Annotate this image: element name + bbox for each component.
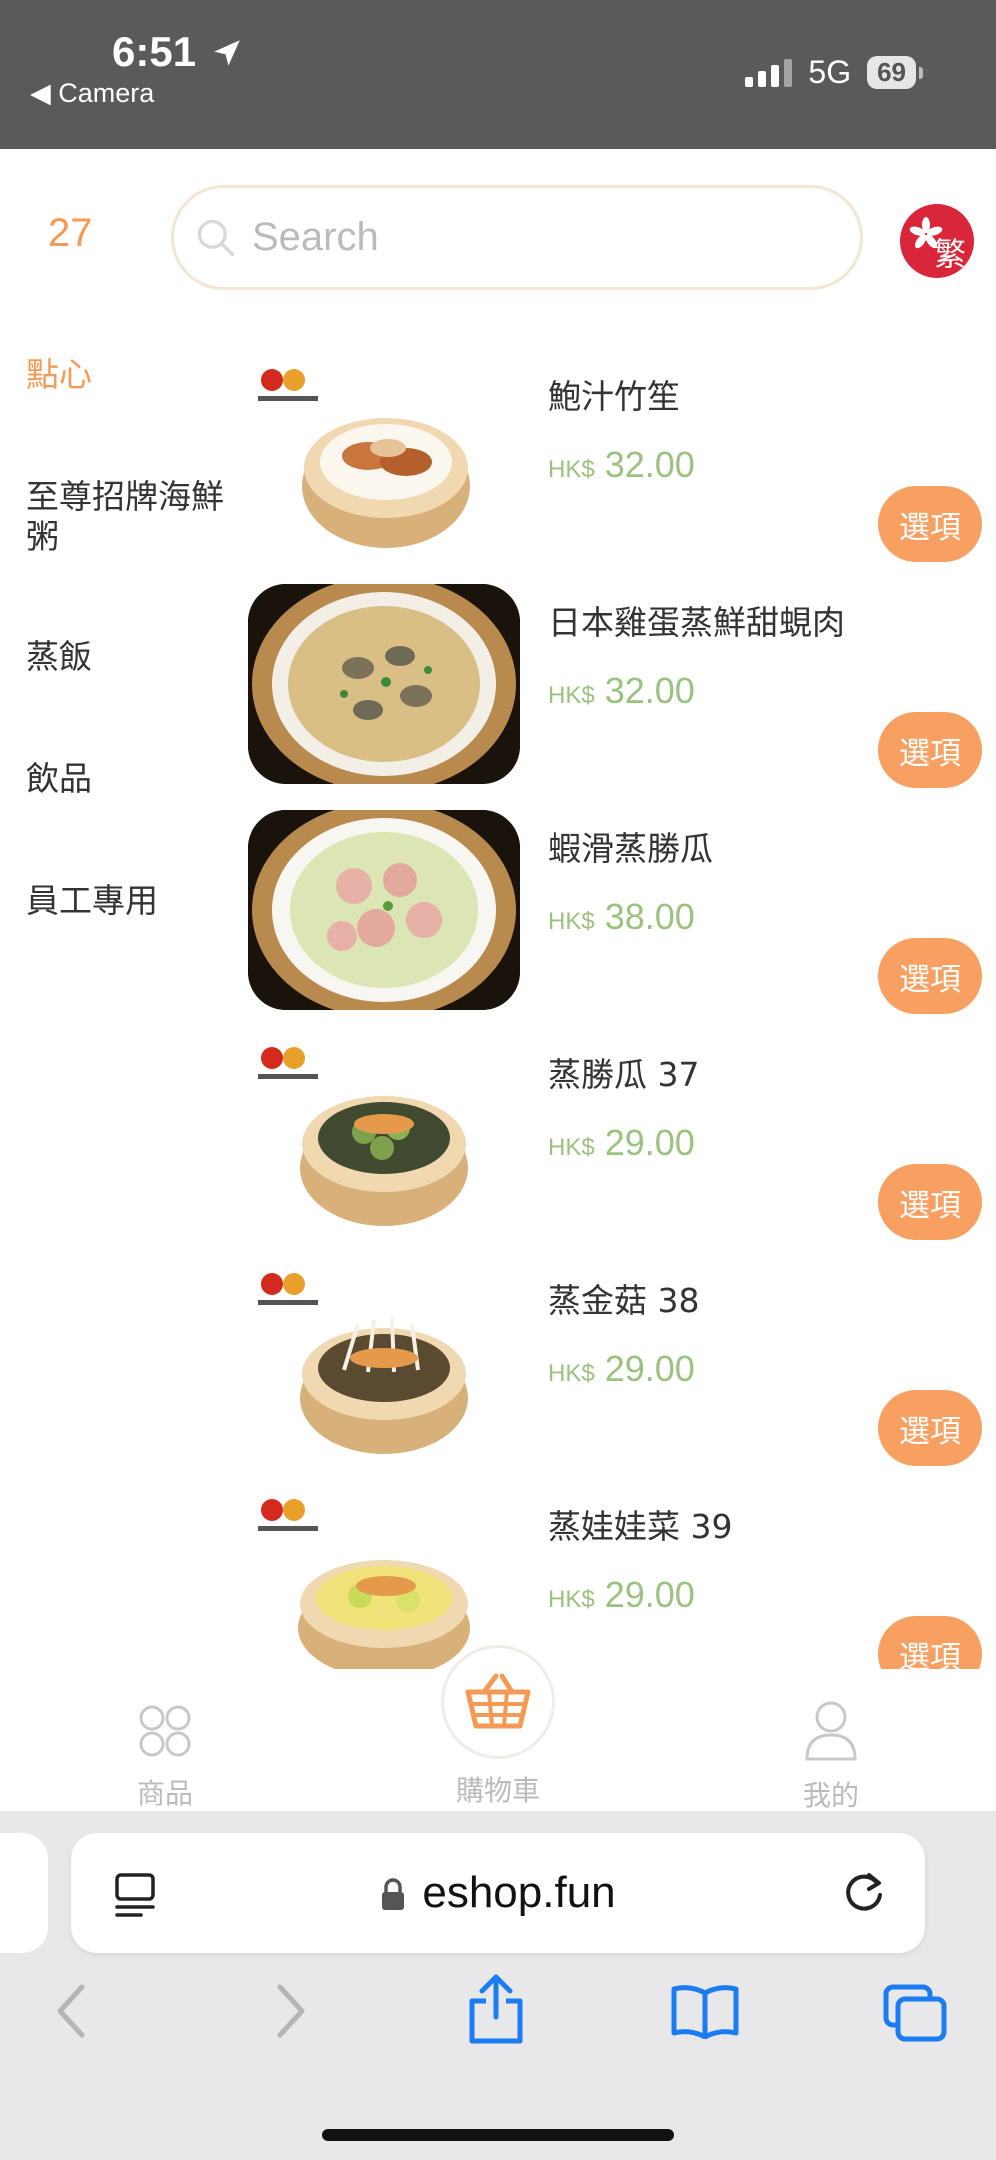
search-bar[interactable] <box>171 185 863 290</box>
product-image[interactable] <box>248 1036 520 1236</box>
options-button[interactable]: 選項 <box>878 712 982 788</box>
share-icon[interactable] <box>466 1973 526 2045</box>
address-bar[interactable]: eshop.fun <box>71 1833 925 1953</box>
product-item[interactable]: 蒸金菇 38 HK$ 29.00 選項 <box>0 1262 996 1488</box>
browser-toolbar: eshop.fun <box>0 1811 996 2160</box>
status-indicators: 5G 69 <box>745 54 923 91</box>
cart-button[interactable] <box>441 1645 555 1759</box>
basket-icon <box>465 1673 531 1729</box>
product-item[interactable]: 蝦滑蒸勝瓜 HK$ 38.00 選項 <box>0 810 996 1036</box>
shop-header: 27 繁 <box>0 149 996 329</box>
product-price: HK$ 29.00 <box>548 1574 695 1615</box>
restaurant-logo-icon <box>258 1047 318 1079</box>
product-image[interactable] <box>248 810 520 1010</box>
product-name: 蒸金菇 38 <box>548 1281 700 1320</box>
url-text: eshop.fun <box>422 1868 616 1917</box>
options-button[interactable]: 選項 <box>878 938 982 1014</box>
location-arrow-icon <box>214 40 240 66</box>
product-item[interactable]: 日本雞蛋蒸鮮甜蜆肉 HK$ 32.00 選項 <box>0 584 996 810</box>
tab-products[interactable]: 商品 <box>130 1701 200 1812</box>
product-item[interactable]: 蒸勝瓜 37 HK$ 29.00 選項 <box>0 1036 996 1262</box>
signal-icon <box>745 58 793 87</box>
product-price: HK$ 32.00 <box>548 444 695 485</box>
product-image[interactable] <box>248 1262 520 1462</box>
previous-tab-edge[interactable] <box>0 1833 48 1953</box>
language-switch-button[interactable]: 繁 <box>900 204 974 278</box>
back-arrow-icon[interactable] <box>52 1981 92 2041</box>
restaurant-logo-icon <box>258 369 318 401</box>
url-display[interactable]: eshop.fun <box>71 1868 925 1918</box>
tab-me[interactable]: 我的 <box>796 1699 866 1814</box>
tab-cart[interactable]: 購物車 <box>438 1765 558 1809</box>
product-price: HK$ 38.00 <box>548 896 695 937</box>
network-type: 5G <box>808 54 852 90</box>
product-name: 蒸娃娃菜 39 <box>548 1507 733 1546</box>
forward-arrow-icon[interactable] <box>270 1981 310 2041</box>
options-button[interactable]: 選項 <box>878 1164 982 1240</box>
tab-cart-label: 購物車 <box>455 1774 540 1807</box>
tab-products-label: 商品 <box>136 1777 193 1810</box>
product-name: 日本雞蛋蒸鮮甜蜆肉 <box>548 603 845 642</box>
language-label: 繁 <box>934 235 967 273</box>
product-item[interactable]: 鮑汁竹笙 HK$ 32.00 選項 <box>0 358 996 584</box>
status-time: 6:51 <box>112 28 197 75</box>
product-name: 蒸勝瓜 37 <box>548 1055 700 1094</box>
options-button[interactable]: 選項 <box>878 486 982 562</box>
home-indicator <box>322 2129 674 2141</box>
battery-level: 69 <box>867 56 923 89</box>
grid-icon <box>139 1705 191 1757</box>
search-input[interactable] <box>252 215 812 260</box>
status-bar: 6:51 ◀ Camera 5G 69 <box>0 0 996 149</box>
back-to-app[interactable]: ◀ Camera <box>30 78 154 109</box>
product-image[interactable] <box>248 584 520 784</box>
search-icon <box>197 219 235 256</box>
product-price: HK$ 32.00 <box>548 670 695 711</box>
bookmarks-icon[interactable] <box>670 1983 740 2039</box>
reload-icon[interactable] <box>839 1867 889 1917</box>
tab-me-label: 我的 <box>802 1779 859 1812</box>
restaurant-logo-icon <box>258 1499 318 1531</box>
product-image[interactable] <box>248 358 520 558</box>
tabs-icon[interactable] <box>882 1983 948 2043</box>
bottom-tab-bar: 商品 購物車 我的 <box>0 1645 996 1814</box>
product-price: HK$ 29.00 <box>548 1348 695 1389</box>
options-button[interactable]: 選項 <box>878 1390 982 1466</box>
lock-icon <box>382 1878 405 1911</box>
product-price: HK$ 29.00 <box>548 1122 695 1163</box>
restaurant-logo-icon <box>258 1273 318 1305</box>
user-icon <box>805 1701 857 1761</box>
product-name: 蝦滑蒸勝瓜 <box>548 829 713 868</box>
product-name: 鮑汁竹笙 <box>548 377 680 416</box>
cart-count[interactable]: 27 <box>48 211 93 256</box>
